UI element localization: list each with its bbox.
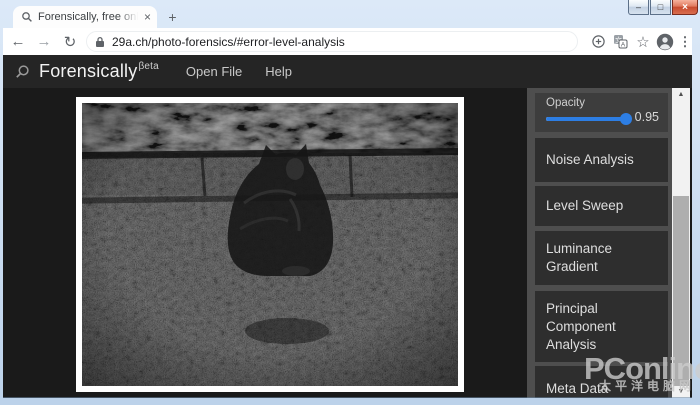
zoom-indicator-icon[interactable] (588, 28, 608, 55)
window-close-button[interactable]: × (672, 0, 698, 15)
tool-button-noise-analysis[interactable]: Noise Analysis (535, 138, 668, 182)
browser-menu-icon[interactable]: ⋮ (677, 28, 693, 55)
window-maximize-button[interactable]: □ (650, 0, 671, 15)
tools-sidebar: Opacity 0.95 Noise Analysis Level Sweep … (527, 88, 675, 398)
tool-button-level-sweep[interactable]: Level Sweep (535, 186, 668, 226)
scrollbar-up-icon[interactable]: ▲ (672, 88, 690, 101)
forward-icon[interactable]: → (34, 28, 54, 55)
app-header: Forensicallyβeta Open File Help (3, 55, 692, 88)
opacity-panel: Opacity 0.95 (535, 93, 668, 132)
back-icon[interactable]: ← (8, 28, 28, 55)
opacity-slider-thumb[interactable] (620, 113, 632, 125)
tool-button-principal-component-analysis[interactable]: Principal Component Analysis (535, 291, 668, 362)
window-minimize-button[interactable]: – (628, 0, 649, 15)
window-bottom-border (3, 397, 692, 398)
menu-open-file[interactable]: Open File (186, 64, 242, 79)
menu-help[interactable]: Help (265, 64, 292, 79)
reload-icon[interactable]: ↻ (60, 28, 80, 55)
profile-avatar[interactable] (654, 28, 676, 55)
opacity-label: Opacity (546, 97, 585, 109)
opacity-slider-fill (546, 117, 626, 121)
ela-noise-image (82, 103, 458, 386)
url-text: 29a.ch/photo-forensics/#error-level-anal… (112, 35, 345, 49)
browser-toolbar: ← → ↻ 29a.ch/photo-forensics/#error-leve… (3, 28, 692, 55)
app-title: Forensicallyβeta (39, 61, 158, 82)
ela-image-frame[interactable] (76, 97, 464, 392)
scrollbar-thumb[interactable] (673, 196, 689, 386)
browser-tab[interactable]: Forensically, free online photo × (13, 6, 157, 28)
bookmark-star-icon[interactable]: ☆ (633, 28, 653, 55)
browser-window: Forensically, free online photo × + – □ … (0, 0, 700, 405)
svg-text:A: A (620, 42, 625, 49)
lock-icon (95, 36, 105, 48)
opacity-value: 0.95 (635, 110, 659, 124)
tool-button-luminance-gradient[interactable]: Luminance Gradient (535, 231, 668, 285)
page-scrollbar[interactable]: ▲ ▼ (672, 88, 690, 398)
tab-close-icon[interactable]: × (144, 11, 151, 23)
app-logo-magnifier-icon (15, 64, 30, 79)
address-bar[interactable]: 29a.ch/photo-forensics/#error-level-anal… (86, 31, 578, 52)
tab-title: Forensically, free online photo (38, 11, 140, 23)
tool-button-meta-data[interactable]: Meta Data (535, 366, 668, 398)
new-tab-button[interactable]: + (164, 8, 181, 25)
beta-badge: βeta (138, 61, 158, 72)
page-content: Forensicallyβeta Open File Help (3, 55, 692, 398)
translate-icon[interactable]: 文A (610, 28, 630, 55)
tab-strip: Forensically, free online photo × + – □ … (0, 0, 700, 28)
opacity-slider[interactable] (546, 117, 630, 121)
tab-favicon-magnifier-icon (21, 11, 33, 23)
